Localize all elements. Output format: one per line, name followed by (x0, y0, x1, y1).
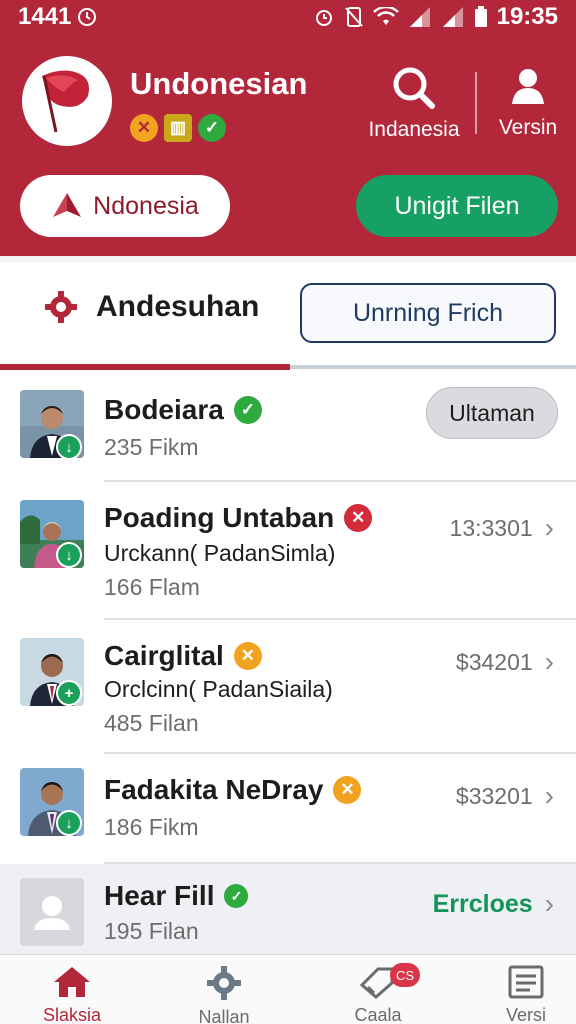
tab-indicator-track (290, 365, 576, 369)
sail-logo-icon (53, 193, 82, 217)
item-name: Fadakita NeDray ✕ (104, 774, 362, 806)
add-badge-icon: + (56, 680, 82, 706)
verified-icon: ✓ (224, 884, 249, 908)
status-time: 19:35 (496, 3, 558, 30)
action-pill-button[interactable]: Unigit Filen (356, 175, 558, 237)
nav-settings-label: Nallan (198, 1007, 250, 1024)
nav-versions[interactable]: Versi (454, 965, 576, 1024)
item-right-text: $34201 (455, 648, 533, 675)
status-left-text: 1441 (18, 3, 72, 30)
item-meta: 186 Fikm (104, 814, 199, 840)
tab-active-indicator (0, 364, 290, 370)
item-meta: 195 Filan (104, 918, 199, 944)
tab-active-label: Andesuhan (96, 290, 260, 323)
country-pill-button[interactable]: Ndonesia (20, 175, 230, 237)
item-name-text: Cairglital (104, 640, 224, 671)
chevron-right-icon: › (544, 780, 554, 811)
list-item[interactable]: ↓ Poading Untaban ✕ Urckann( PadanSimla)… (0, 482, 576, 618)
item-name-text: Fadakita NeDray (104, 774, 324, 805)
nav-tags-label: Caala (354, 1005, 402, 1024)
app-logo[interactable] (22, 56, 112, 146)
header-search-button[interactable]: Indanesia (366, 64, 462, 142)
item-right-value: $33201 › (456, 780, 554, 812)
list-icon (508, 965, 544, 999)
tab-active[interactable]: Andesuhan (44, 290, 259, 324)
list-item[interactable]: ↓ Bodeiara ✓ 235 Fikm Ultaman (0, 372, 576, 480)
tab-outline-label: Unrning Frich (352, 298, 504, 327)
verified-icon: ✓ (233, 396, 262, 424)
nav-home[interactable]: Slaksia (0, 965, 144, 1024)
mute-icon (344, 7, 363, 27)
item-name: Poading Untaban ✕ (104, 502, 373, 534)
chevron-right-icon: › (544, 888, 554, 919)
item-right-value: 13:3301 › (450, 512, 554, 544)
pending-icon: ✕ (233, 642, 262, 670)
item-name-text: Poading Untaban (104, 502, 335, 533)
flag-icon (42, 70, 89, 133)
item-name: Bodeiara ✓ (104, 394, 262, 426)
item-meta: 485 Filan (104, 710, 199, 736)
warning-badge-icon: ✕ (130, 114, 158, 142)
download-badge-icon: ↓ (56, 810, 82, 836)
bottom-navigation: Slaksia Nallan Caala CS Versi (0, 954, 576, 1024)
item-action-pill[interactable]: Ultaman (426, 387, 558, 439)
search-label: Indanesia (368, 118, 460, 141)
item-right-text: $33201 (455, 782, 533, 809)
country-pill-label: Ndonesia (93, 191, 199, 220)
item-action-label: Ultaman (449, 399, 535, 426)
title-badges: ✕ ▥ ✓ (130, 114, 226, 142)
verified-badge-icon: ✓ (198, 114, 226, 142)
nav-versions-label: Versi (505, 1005, 547, 1024)
search-icon (393, 67, 435, 109)
chevron-right-icon: › (544, 512, 554, 543)
item-name-text: Hear Fill (104, 880, 215, 911)
app-header: 1441 19:35 Undonesian ✕ ▥ ✓ Indanesia Ve… (0, 0, 576, 256)
item-right-value: Errcloes › (433, 888, 554, 920)
list-item[interactable]: + Cairglital ✕ Orclcinn( PadanSiaila) 48… (0, 620, 576, 752)
notification-badge: CS (390, 963, 420, 987)
item-subtitle: Urckann( PadanSimla) (104, 540, 336, 566)
item-right-text: 13:3301 (449, 514, 533, 541)
nav-tags[interactable]: Caala (306, 965, 450, 1024)
gift-badge-icon: ▥ (164, 114, 192, 142)
item-name-text: Bodeiara (104, 394, 224, 425)
contact-list: ↓ Bodeiara ✓ 235 Fikm Ultaman ↓ Poading … (0, 372, 576, 954)
rejected-icon: ✕ (344, 504, 373, 532)
item-name: Cairglital ✕ (104, 640, 262, 672)
nav-home-label: Slaksia (42, 1005, 102, 1024)
header-profile-button[interactable]: Versin (490, 64, 566, 140)
nav-settings[interactable]: Nallan (152, 965, 296, 1024)
gear-tab-icon (45, 291, 77, 323)
person-placeholder-icon (34, 896, 70, 930)
signal-icon (409, 7, 430, 27)
chevron-right-icon: › (544, 646, 554, 677)
gear-icon (207, 966, 241, 1000)
home-icon (54, 967, 90, 997)
header-divider (475, 72, 477, 134)
alarm-clock-icon (315, 10, 332, 26)
profile-icon (512, 69, 544, 104)
item-right-value: $34201 › (456, 646, 554, 678)
item-meta: 235 Fikm (104, 434, 199, 460)
download-badge-icon: ↓ (56, 542, 82, 568)
app-title: Undonesian (130, 66, 308, 101)
wifi-icon (372, 7, 399, 25)
download-badge-icon: ↓ (56, 434, 82, 460)
profile-label: Versin (498, 116, 558, 139)
alarm-icon (78, 8, 97, 26)
avatar-placeholder (20, 878, 84, 946)
item-right-text: Errcloes (432, 889, 533, 918)
list-item[interactable]: Hear Fill ✓ 195 Filan Errcloes › (0, 864, 576, 954)
pending-icon: ✕ (333, 776, 362, 804)
item-meta: 166 Flam (104, 574, 200, 600)
signal-icon-2 (442, 7, 463, 27)
item-name: Hear Fill ✓ (104, 880, 249, 912)
list-item[interactable]: ↓ Fadakita NeDray ✕ 186 Fikm $33201 › (0, 754, 576, 862)
action-pill-label: Unigit Filen (394, 191, 520, 220)
tab-outline-button[interactable]: Unrning Frich (300, 283, 556, 343)
battery-icon (474, 6, 487, 27)
app-screen: 1441 19:35 Undonesian ✕ ▥ ✓ Indanesia Ve… (0, 0, 576, 1024)
status-bar: 1441 19:35 (0, 0, 576, 34)
item-subtitle: Orclcinn( PadanSiaila) (104, 676, 333, 702)
